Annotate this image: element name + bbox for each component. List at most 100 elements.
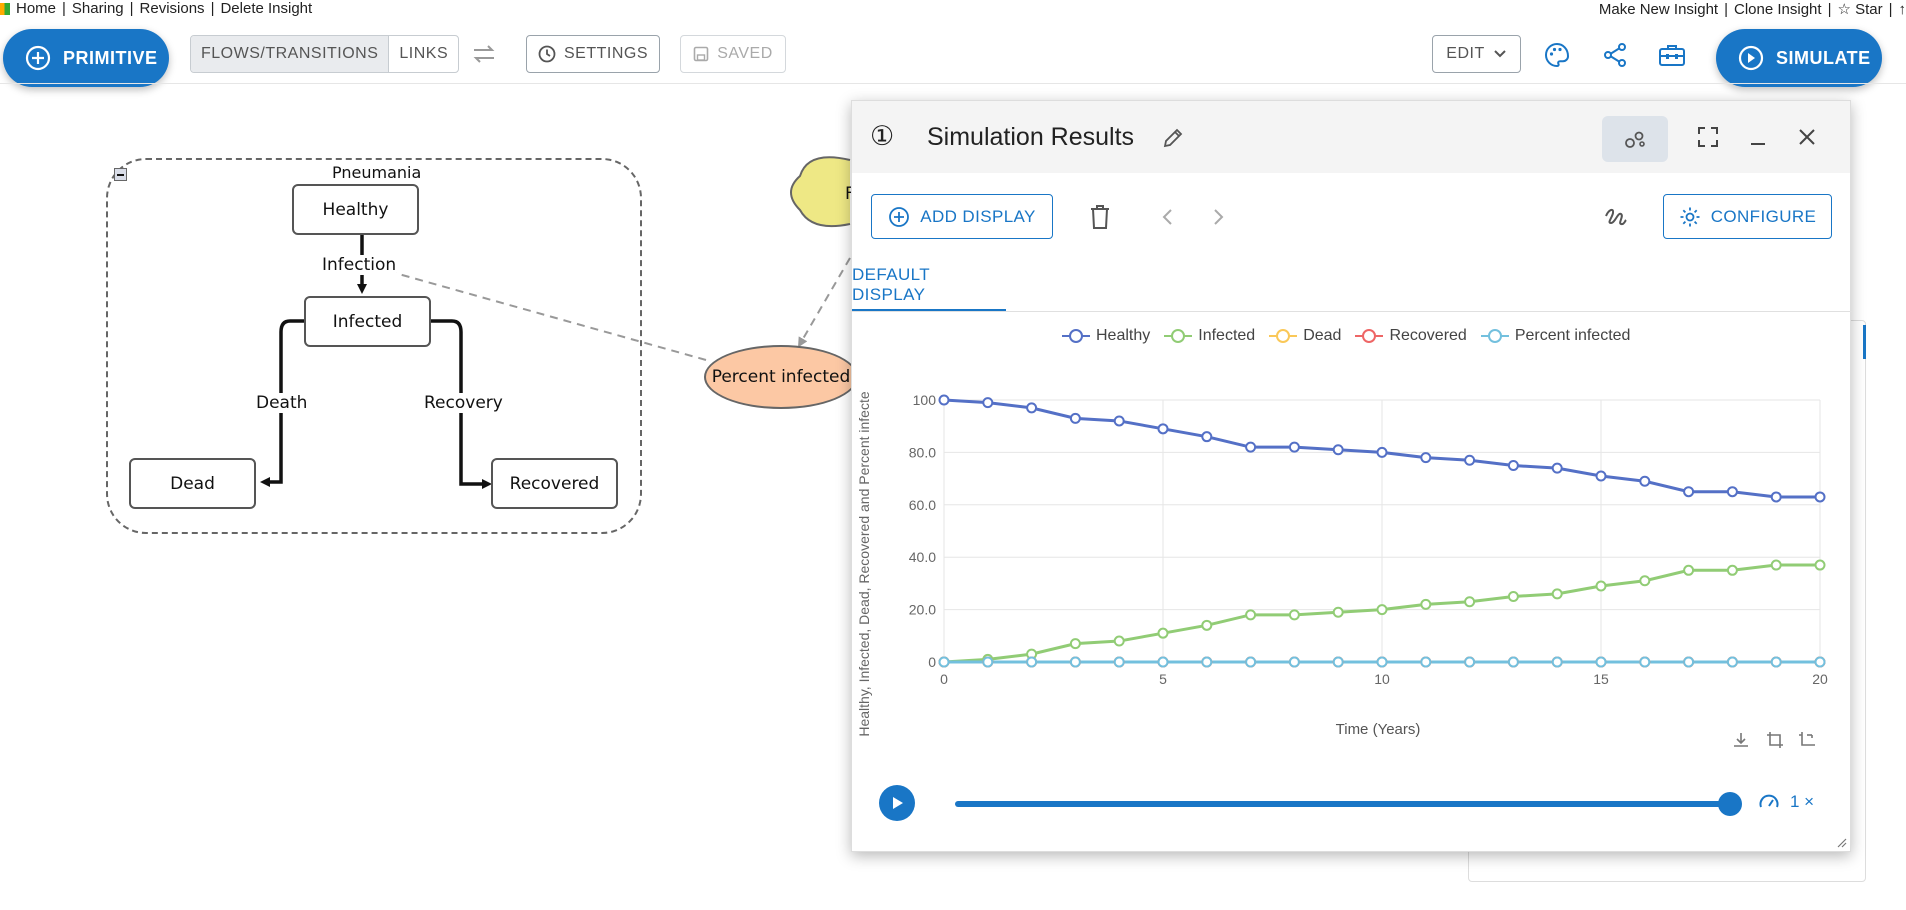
- y-tick-label: 100: [913, 392, 937, 408]
- download-icon[interactable]: [1730, 729, 1752, 751]
- data-point-healthy[interactable]: [1026, 402, 1038, 414]
- zoom-select-icon[interactable]: [1764, 729, 1786, 751]
- y-tick-label: 60.0: [909, 497, 936, 513]
- data-point-percent-infected[interactable]: [1770, 656, 1782, 668]
- data-point-healthy[interactable]: [1332, 444, 1344, 456]
- trash-icon[interactable]: [1087, 203, 1113, 231]
- compare-runs-icon[interactable]: [1602, 116, 1668, 162]
- stock-recovered[interactable]: Recovered: [491, 458, 618, 509]
- data-point-percent-infected[interactable]: [1113, 656, 1125, 668]
- data-point-percent-infected[interactable]: [1069, 656, 1081, 668]
- configure-button[interactable]: CONFIGURE: [1663, 194, 1832, 239]
- data-point-percent-infected[interactable]: [1157, 656, 1169, 668]
- data-point-infected[interactable]: [1507, 591, 1519, 602]
- data-point-percent-infected[interactable]: [1026, 656, 1038, 668]
- data-point-infected[interactable]: [1683, 564, 1695, 576]
- data-point-percent-infected[interactable]: [938, 656, 950, 668]
- data-point-percent-infected[interactable]: [1332, 656, 1344, 668]
- data-point-infected[interactable]: [1245, 609, 1257, 621]
- data-point-percent-infected[interactable]: [1464, 656, 1476, 668]
- stock-infected[interactable]: Infected: [304, 296, 431, 347]
- data-point-infected[interactable]: [1201, 619, 1213, 631]
- data-point-healthy[interactable]: [1157, 423, 1169, 435]
- time-slider-track[interactable]: [955, 801, 1729, 807]
- data-point-percent-infected[interactable]: [1507, 656, 1519, 668]
- data-point-infected[interactable]: [1069, 638, 1081, 650]
- add-display-button[interactable]: ADD DISPLAY: [871, 194, 1053, 239]
- zoom-reset-icon[interactable]: [1796, 729, 1818, 751]
- data-point-infected[interactable]: [1157, 627, 1169, 639]
- data-point-healthy[interactable]: [1245, 441, 1257, 453]
- speed-control[interactable]: 1 ×: [1758, 791, 1814, 813]
- results-header[interactable]: ① Simulation Results: [852, 101, 1850, 173]
- data-point-percent-infected[interactable]: [1683, 656, 1695, 668]
- data-point-healthy[interactable]: [1376, 446, 1388, 458]
- chevron-left-icon[interactable]: [1157, 205, 1179, 229]
- data-point-percent-infected[interactable]: [1814, 656, 1826, 668]
- scribble-icon[interactable]: [1602, 203, 1630, 231]
- data-point-healthy[interactable]: [1639, 475, 1651, 487]
- data-point-infected[interactable]: [1113, 635, 1125, 647]
- data-point-percent-infected[interactable]: [1420, 656, 1432, 668]
- speedometer-icon: [1759, 794, 1779, 808]
- data-point-infected[interactable]: [1551, 588, 1563, 600]
- death-flow-label: Death: [256, 393, 308, 413]
- data-point-infected[interactable]: [1464, 596, 1476, 608]
- data-point-percent-infected[interactable]: [1595, 656, 1607, 668]
- data-point-healthy[interactable]: [982, 397, 994, 409]
- data-point-percent-infected[interactable]: [1376, 656, 1388, 668]
- data-point-healthy[interactable]: [1770, 491, 1782, 503]
- close-icon[interactable]: [1794, 124, 1820, 150]
- stock-dead[interactable]: Dead: [129, 458, 256, 509]
- recovery-flow-label: Recovery: [424, 393, 503, 413]
- data-point-healthy[interactable]: [1683, 486, 1695, 498]
- data-point-infected[interactable]: [1288, 609, 1300, 621]
- y-axis-label: Healthy, Infected, Dead, Recovered and P…: [856, 391, 872, 736]
- play-button[interactable]: [879, 785, 915, 821]
- data-point-healthy[interactable]: [1726, 486, 1738, 498]
- simulation-results-window: ① Simulation Results ADD DISPLAY CONFIGU…: [851, 100, 1852, 852]
- panel-accent: [1863, 325, 1866, 359]
- resize-handle-icon[interactable]: [1834, 835, 1848, 849]
- rename-pencil-icon[interactable]: [1160, 125, 1186, 151]
- data-point-healthy[interactable]: [1814, 491, 1826, 503]
- data-point-healthy[interactable]: [1201, 431, 1213, 443]
- data-point-healthy[interactable]: [1595, 470, 1607, 482]
- stock-healthy[interactable]: Healthy: [292, 184, 419, 235]
- data-point-infected[interactable]: [1595, 580, 1607, 592]
- x-tick-label: 10: [1374, 671, 1390, 687]
- minimize-icon[interactable]: [1745, 124, 1771, 150]
- cloud-link[interactable]: [797, 257, 851, 348]
- data-point-percent-infected[interactable]: [1245, 656, 1257, 668]
- fullscreen-icon[interactable]: [1695, 124, 1721, 150]
- gear-icon: [1680, 207, 1700, 226]
- data-point-healthy[interactable]: [1464, 454, 1476, 466]
- data-point-percent-infected[interactable]: [982, 656, 994, 668]
- variable-percent-infected[interactable]: Percent infected: [704, 345, 858, 409]
- time-slider-thumb[interactable]: [1718, 792, 1742, 816]
- data-point-infected[interactable]: [1332, 606, 1344, 618]
- data-point-healthy[interactable]: [1551, 462, 1563, 474]
- data-point-percent-infected[interactable]: [1639, 656, 1651, 668]
- data-point-percent-infected[interactable]: [1726, 656, 1738, 668]
- data-point-infected[interactable]: [1770, 559, 1782, 571]
- data-point-infected[interactable]: [1814, 559, 1826, 571]
- data-point-infected[interactable]: [1420, 598, 1432, 610]
- data-point-infected[interactable]: [1639, 575, 1651, 587]
- data-point-healthy[interactable]: [1113, 415, 1125, 427]
- data-point-healthy[interactable]: [1420, 452, 1432, 464]
- data-point-infected[interactable]: [1376, 604, 1388, 616]
- cloud-shape[interactable]: [790, 156, 851, 228]
- data-point-healthy[interactable]: [1288, 441, 1300, 453]
- y-tick-label: 80.0: [909, 444, 936, 460]
- data-point-healthy[interactable]: [938, 394, 950, 406]
- data-point-percent-infected[interactable]: [1201, 656, 1213, 668]
- data-point-healthy[interactable]: [1069, 412, 1081, 424]
- data-point-percent-infected[interactable]: [1288, 656, 1300, 668]
- x-axis-label: Time (Years): [1336, 721, 1421, 738]
- chevron-right-icon[interactable]: [1207, 205, 1229, 229]
- data-point-healthy[interactable]: [1507, 460, 1519, 471]
- tab-default-display[interactable]: DEFAULT DISPLAY: [852, 261, 1006, 311]
- data-point-infected[interactable]: [1726, 564, 1738, 576]
- data-point-percent-infected[interactable]: [1551, 656, 1563, 668]
